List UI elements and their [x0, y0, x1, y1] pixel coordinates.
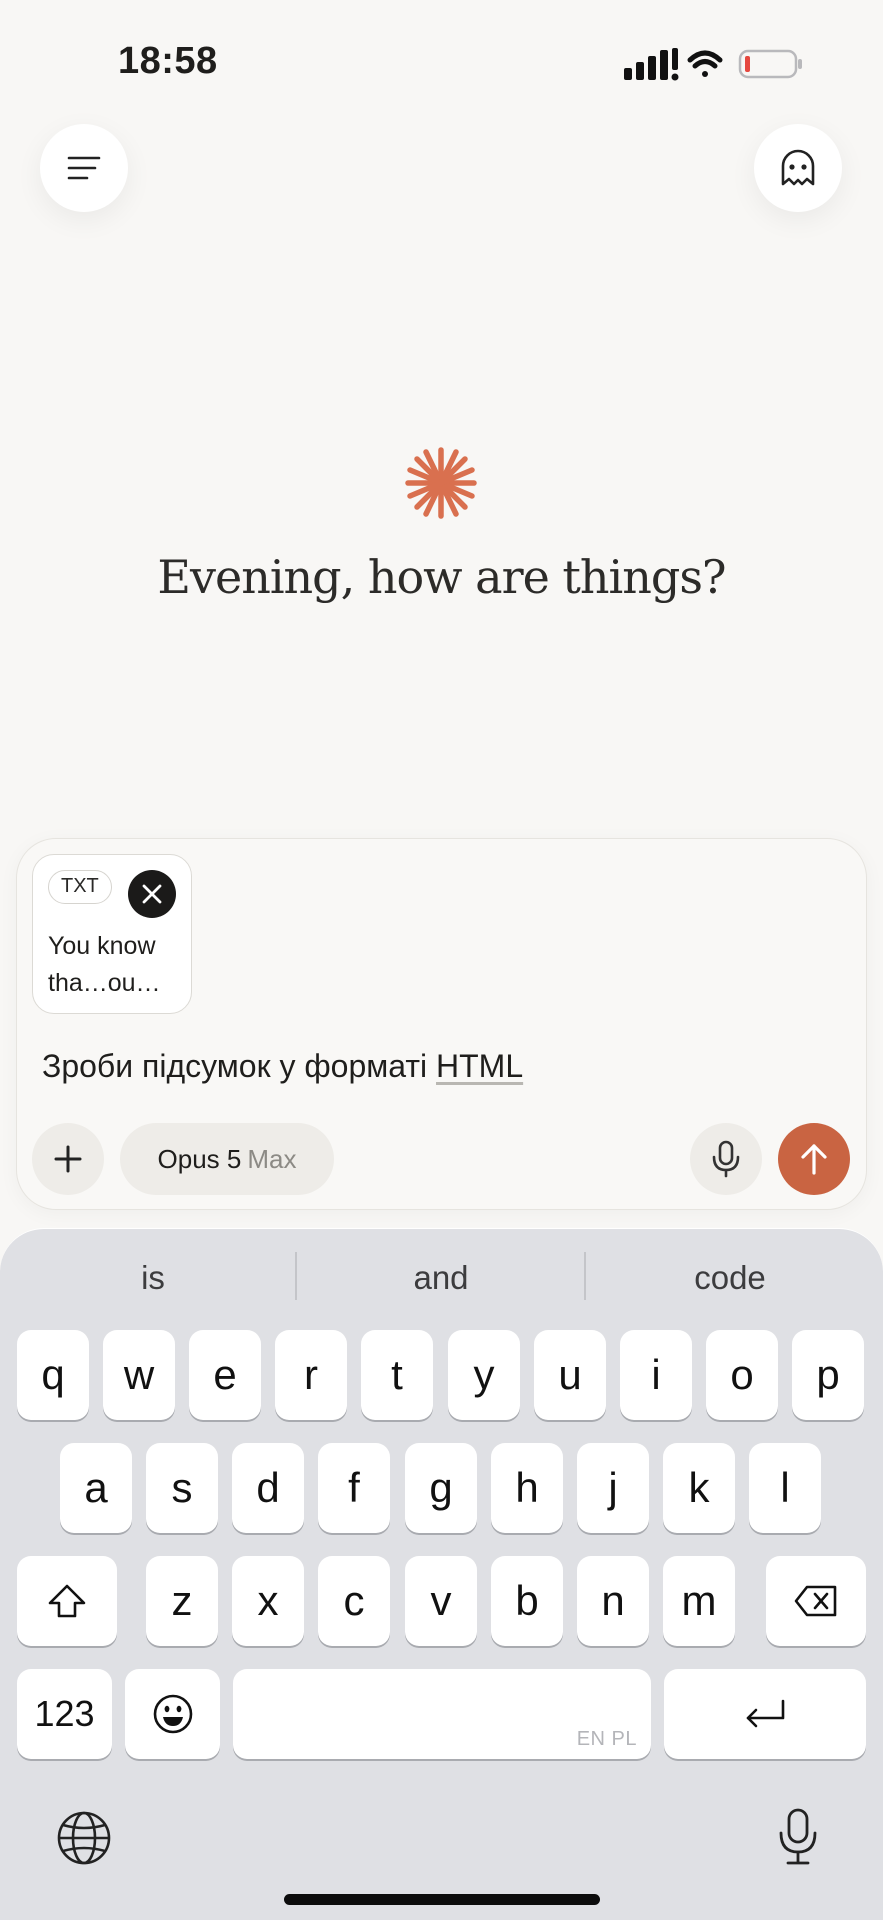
key-x[interactable]: x — [232, 1556, 304, 1646]
key-p[interactable]: p — [792, 1330, 864, 1420]
microphone-icon — [712, 1140, 740, 1178]
suggestion-item[interactable]: code — [598, 1254, 862, 1302]
key-r[interactable]: r — [275, 1330, 347, 1420]
key-l[interactable]: l — [749, 1443, 821, 1533]
suggestion-divider — [295, 1252, 297, 1300]
numbers-key[interactable]: 123 — [17, 1669, 112, 1759]
key-u[interactable]: u — [534, 1330, 606, 1420]
plus-icon — [54, 1145, 82, 1173]
key-c[interactable]: c — [318, 1556, 390, 1646]
key-t[interactable]: t — [361, 1330, 433, 1420]
backspace-key[interactable] — [766, 1556, 866, 1646]
close-icon — [142, 884, 162, 904]
message-input[interactable]: Зроби підсумок у форматі HTML — [42, 1048, 523, 1085]
add-content-button[interactable] — [32, 1123, 104, 1195]
emoji-key[interactable] — [125, 1669, 220, 1759]
greeting-heading: Evening, how are things? — [157, 550, 726, 604]
message-input-text: Зроби підсумок у форматі — [42, 1048, 437, 1084]
voice-input-button[interactable] — [690, 1123, 762, 1195]
autocorrect-word: HTML — [436, 1048, 524, 1084]
return-icon — [746, 1699, 785, 1728]
key-d[interactable]: d — [232, 1443, 304, 1533]
return-key[interactable] — [664, 1669, 866, 1759]
home-indicator — [284, 1894, 600, 1905]
attachment-type-badge: TXT — [48, 870, 112, 904]
key-h[interactable]: h — [491, 1443, 563, 1533]
language-hint: EN PL — [576, 1728, 637, 1750]
key-f[interactable]: f — [318, 1443, 390, 1533]
attachment-preview: You know tha…ou… — [48, 928, 188, 1002]
key-o[interactable]: o — [706, 1330, 778, 1420]
key-e[interactable]: e — [189, 1330, 261, 1420]
model-name: Opus 5 — [157, 1144, 242, 1174]
key-z[interactable]: z — [146, 1556, 218, 1646]
arrow-up-icon — [801, 1144, 827, 1175]
send-button[interactable] — [778, 1123, 850, 1195]
key-s[interactable]: s — [146, 1443, 218, 1533]
key-i[interactable]: i — [620, 1330, 692, 1420]
wifi-icon — [687, 50, 723, 77]
backspace-icon — [794, 1585, 837, 1617]
battery-low-icon — [738, 49, 802, 79]
key-v[interactable]: v — [405, 1556, 477, 1646]
key-a[interactable]: a — [60, 1443, 132, 1533]
status-icons — [624, 48, 802, 81]
key-y[interactable]: y — [448, 1330, 520, 1420]
emoji-icon — [153, 1694, 192, 1734]
key-n[interactable]: n — [577, 1556, 649, 1646]
model-selector-button[interactable]: Opus 5 Max — [120, 1123, 334, 1195]
status-time: 18:58 — [118, 40, 218, 82]
shift-icon — [48, 1584, 86, 1618]
key-m[interactable]: m — [663, 1556, 735, 1646]
shift-key[interactable] — [17, 1556, 117, 1646]
key-w[interactable]: w — [103, 1330, 175, 1420]
cellular-signal-icon — [624, 48, 679, 81]
dictation-microphone-icon[interactable] — [778, 1808, 818, 1866]
key-g[interactable]: g — [405, 1443, 477, 1533]
key-b[interactable]: b — [491, 1556, 563, 1646]
menu-button[interactable] — [40, 124, 128, 212]
ghost-icon — [781, 149, 815, 186]
model-mode: Max — [247, 1144, 297, 1174]
key-j[interactable]: j — [577, 1443, 649, 1533]
suggestion-item[interactable]: and — [308, 1254, 574, 1302]
globe-icon[interactable] — [56, 1810, 112, 1866]
attachment-preview-line: You know — [48, 932, 156, 960]
space-key[interactable]: EN PL — [233, 1669, 651, 1759]
suggestion-divider — [584, 1252, 586, 1300]
incognito-button[interactable] — [754, 124, 842, 212]
menu-icon — [67, 156, 101, 180]
remove-attachment-button[interactable] — [128, 870, 176, 918]
key-k[interactable]: k — [663, 1443, 735, 1533]
suggestion-item[interactable]: is — [22, 1254, 284, 1302]
attachment-preview-line: tha…ou… — [48, 969, 161, 997]
key-q[interactable]: q — [17, 1330, 89, 1420]
claude-logo-icon — [405, 447, 477, 519]
